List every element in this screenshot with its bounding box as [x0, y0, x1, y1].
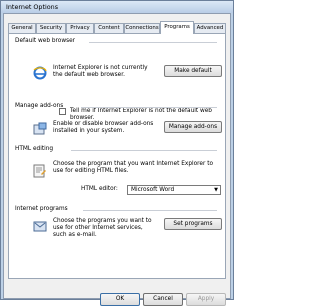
tab-content[interactable]: Content	[94, 23, 124, 33]
html-editor-select[interactable]: Microsoft Word ▼	[127, 185, 221, 195]
set-programs-button[interactable]: Set programs	[164, 218, 222, 230]
addons-icon	[33, 122, 47, 135]
section-divider	[71, 150, 217, 151]
programs-panel: Default web browser Internet Explorer is…	[8, 33, 226, 279]
tab-connections[interactable]: Connections	[124, 23, 160, 33]
html-editing-title: HTML editing	[15, 146, 54, 152]
tab-programs[interactable]: Programs	[160, 21, 194, 34]
internet-programs-text: Choose the programs you want to use for …	[53, 218, 152, 239]
manage-addons-button[interactable]: Manage add-ons	[164, 121, 222, 133]
tab-general[interactable]: General	[8, 23, 36, 33]
section-divider	[83, 210, 217, 211]
html-editing-text: Choose the program that you want Interne…	[53, 161, 214, 175]
default-browser-checkbox[interactable]	[59, 108, 66, 115]
window-title: Internet Options	[6, 3, 59, 11]
make-default-button[interactable]: Make default	[164, 65, 222, 77]
programs-icon	[33, 221, 47, 232]
addons-text: Enable or disable browser add-ons instal…	[53, 121, 154, 135]
chevron-down-icon: ▼	[214, 187, 218, 193]
html-editing-icon	[33, 164, 46, 178]
internet-explorer-icon	[33, 66, 47, 80]
section-divider	[89, 42, 217, 43]
dialog-client: General Security Privacy Content Connect…	[3, 13, 231, 306]
default-browser-text: Internet Explorer is not currently the d…	[53, 65, 148, 79]
internet-programs-title: Internet programs	[15, 206, 68, 212]
tab-advanced[interactable]: Advanced	[194, 23, 226, 33]
default-browser-title: Default web browser	[15, 38, 76, 44]
tab-security[interactable]: Security	[36, 23, 66, 33]
internet-options-window: Internet Options General Security Privac…	[0, 0, 234, 306]
title-bar[interactable]: Internet Options	[1, 1, 233, 13]
addons-title: Manage add-ons	[15, 103, 64, 109]
tab-privacy[interactable]: Privacy	[66, 23, 94, 33]
section-divider	[81, 107, 217, 108]
html-editor-label: HTML editor:	[81, 186, 118, 192]
